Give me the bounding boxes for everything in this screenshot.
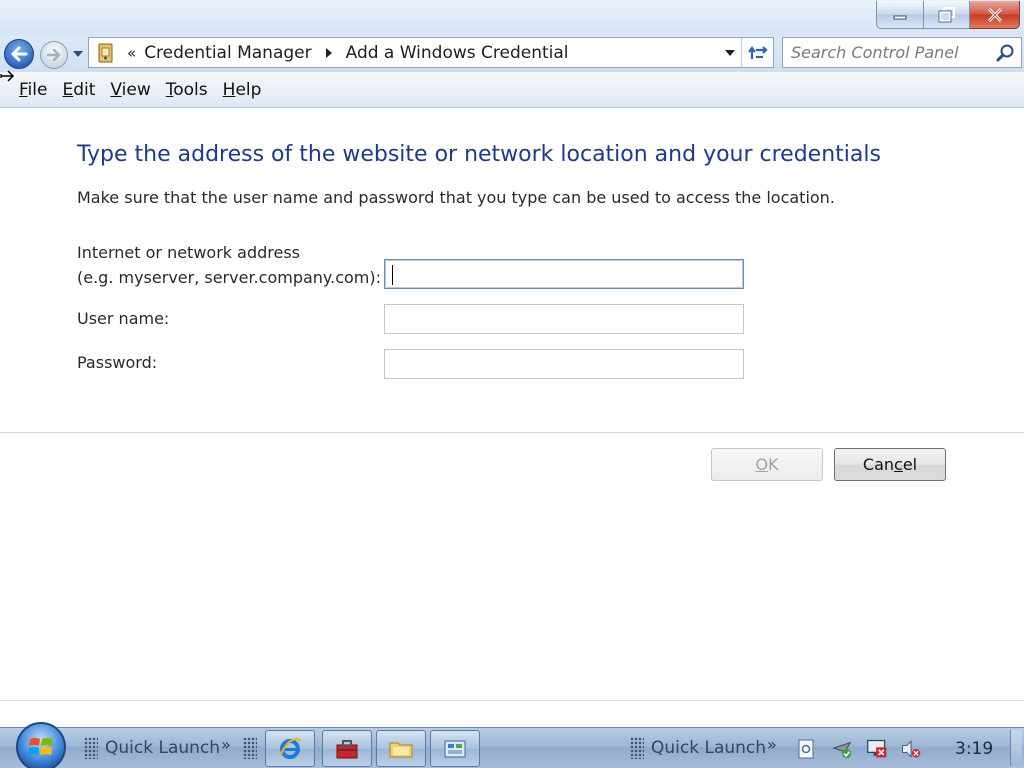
search-input[interactable]	[783, 43, 991, 62]
toolbar-grip[interactable]	[84, 737, 98, 759]
refresh-arrows-icon	[747, 45, 768, 59]
internet-explorer-button[interactable]	[265, 730, 315, 767]
document-tray-button[interactable]	[795, 738, 817, 760]
minimize-icon	[893, 15, 907, 19]
search-box[interactable]	[782, 37, 1022, 68]
internet-explorer-icon	[278, 737, 302, 759]
close-icon	[987, 7, 1002, 22]
cancel-label-part2: el	[902, 455, 918, 474]
text-caret	[392, 265, 393, 285]
back-button[interactable]	[4, 39, 34, 69]
cancel-button-label: Cancel	[863, 455, 917, 474]
toolbox-button[interactable]	[322, 730, 372, 767]
restore-icon	[938, 6, 955, 22]
volume-tray-button[interactable]	[900, 738, 922, 760]
quick-launch-chevron-left[interactable]: »	[221, 735, 231, 754]
monitor-tray-button[interactable]	[866, 738, 888, 760]
navigation-bar: « Credential Manager Add a Windows Crede…	[0, 36, 1024, 72]
close-button[interactable]	[970, 1, 1020, 29]
username-label: User name:	[77, 309, 170, 328]
recent-pages-dropdown-icon[interactable]	[71, 48, 85, 60]
document-icon	[798, 739, 814, 759]
menu-edit[interactable]: Edit	[62, 80, 95, 100]
cancel-label-part1: Can	[862, 455, 895, 474]
credential-form-panel: Type the address of the website or netwo…	[0, 108, 1024, 700]
menu-tools[interactable]: Tools	[166, 80, 208, 100]
windows-logo-icon	[28, 738, 53, 755]
breadcrumb-overflow[interactable]: «	[127, 44, 136, 62]
divider	[0, 432, 1024, 433]
toolbar-grip[interactable]	[243, 737, 257, 759]
password-label: Password:	[77, 353, 158, 372]
start-button[interactable]	[16, 722, 66, 768]
address-label-line1: Internet or network address	[77, 243, 300, 262]
ok-button[interactable]: OK	[711, 448, 823, 481]
explorer-button[interactable]	[376, 730, 426, 767]
restore-button[interactable]	[924, 1, 970, 29]
menu-view[interactable]: View	[110, 80, 150, 100]
breadcrumb-separator-icon[interactable]	[324, 47, 334, 59]
cancel-button[interactable]: Cancel	[834, 448, 946, 481]
network-address-field[interactable]	[384, 259, 744, 289]
breadcrumb-add-windows-credential[interactable]: Add a Windows Credential	[346, 43, 569, 63]
show-desktop-button[interactable]	[1010, 730, 1022, 766]
control-panel-button[interactable]	[430, 730, 480, 767]
monitor-error-icon	[867, 739, 887, 758]
address-history-dropdown[interactable]	[719, 38, 741, 67]
network-icon	[832, 741, 852, 759]
arrow-right-icon	[46, 48, 61, 62]
taskbar: Quick Launch » Quick Launch » 3:19	[0, 722, 1024, 768]
explorer-folder-icon	[389, 742, 413, 757]
breadcrumb-credential-manager[interactable]: Credential Manager	[144, 43, 311, 63]
cancel-label-accesskey: c	[894, 455, 903, 474]
minimize-button[interactable]	[876, 1, 924, 29]
window-controls	[876, 1, 1020, 29]
clock[interactable]: 3:19	[955, 739, 993, 759]
toolbar-grip[interactable]	[630, 737, 644, 759]
quick-launch-label-left: Quick Launch	[105, 738, 221, 758]
address-label-line2: (e.g. myserver, server.company.com):	[77, 268, 381, 287]
menu-bar: File Edit View Tools Help	[0, 72, 1024, 108]
volume-muted-icon	[902, 740, 921, 758]
toolbox-icon	[336, 739, 358, 758]
username-field[interactable]	[384, 304, 744, 334]
forward-button[interactable]	[40, 41, 68, 69]
password-field[interactable]	[384, 349, 744, 379]
status-strip	[0, 700, 1024, 727]
arrow-left-icon	[11, 46, 28, 62]
network-tray-button[interactable]	[832, 738, 854, 760]
menu-help[interactable]: Help	[223, 80, 262, 100]
page-title: Type the address of the website or netwo…	[77, 142, 881, 167]
menu-file[interactable]: File	[19, 80, 47, 100]
chevron-down-icon	[725, 49, 735, 56]
ok-button-label: OK	[755, 455, 779, 474]
instruction-text: Make sure that the user name and passwor…	[77, 188, 835, 207]
control-panel-icon	[444, 740, 466, 757]
credential-manager-icon	[93, 40, 119, 66]
quick-launch-chevron-right[interactable]: »	[767, 735, 777, 754]
address-label: Internet or network address (e.g. myserv…	[77, 240, 381, 290]
quick-launch-label-right: Quick Launch	[651, 738, 767, 758]
mouse-cursor-icon	[0, 70, 15, 82]
address-bar[interactable]: « Credential Manager Add a Windows Crede…	[88, 37, 774, 68]
search-icon[interactable]	[991, 38, 1021, 67]
refresh-button[interactable]	[741, 38, 773, 67]
title-bar	[0, 0, 1024, 36]
